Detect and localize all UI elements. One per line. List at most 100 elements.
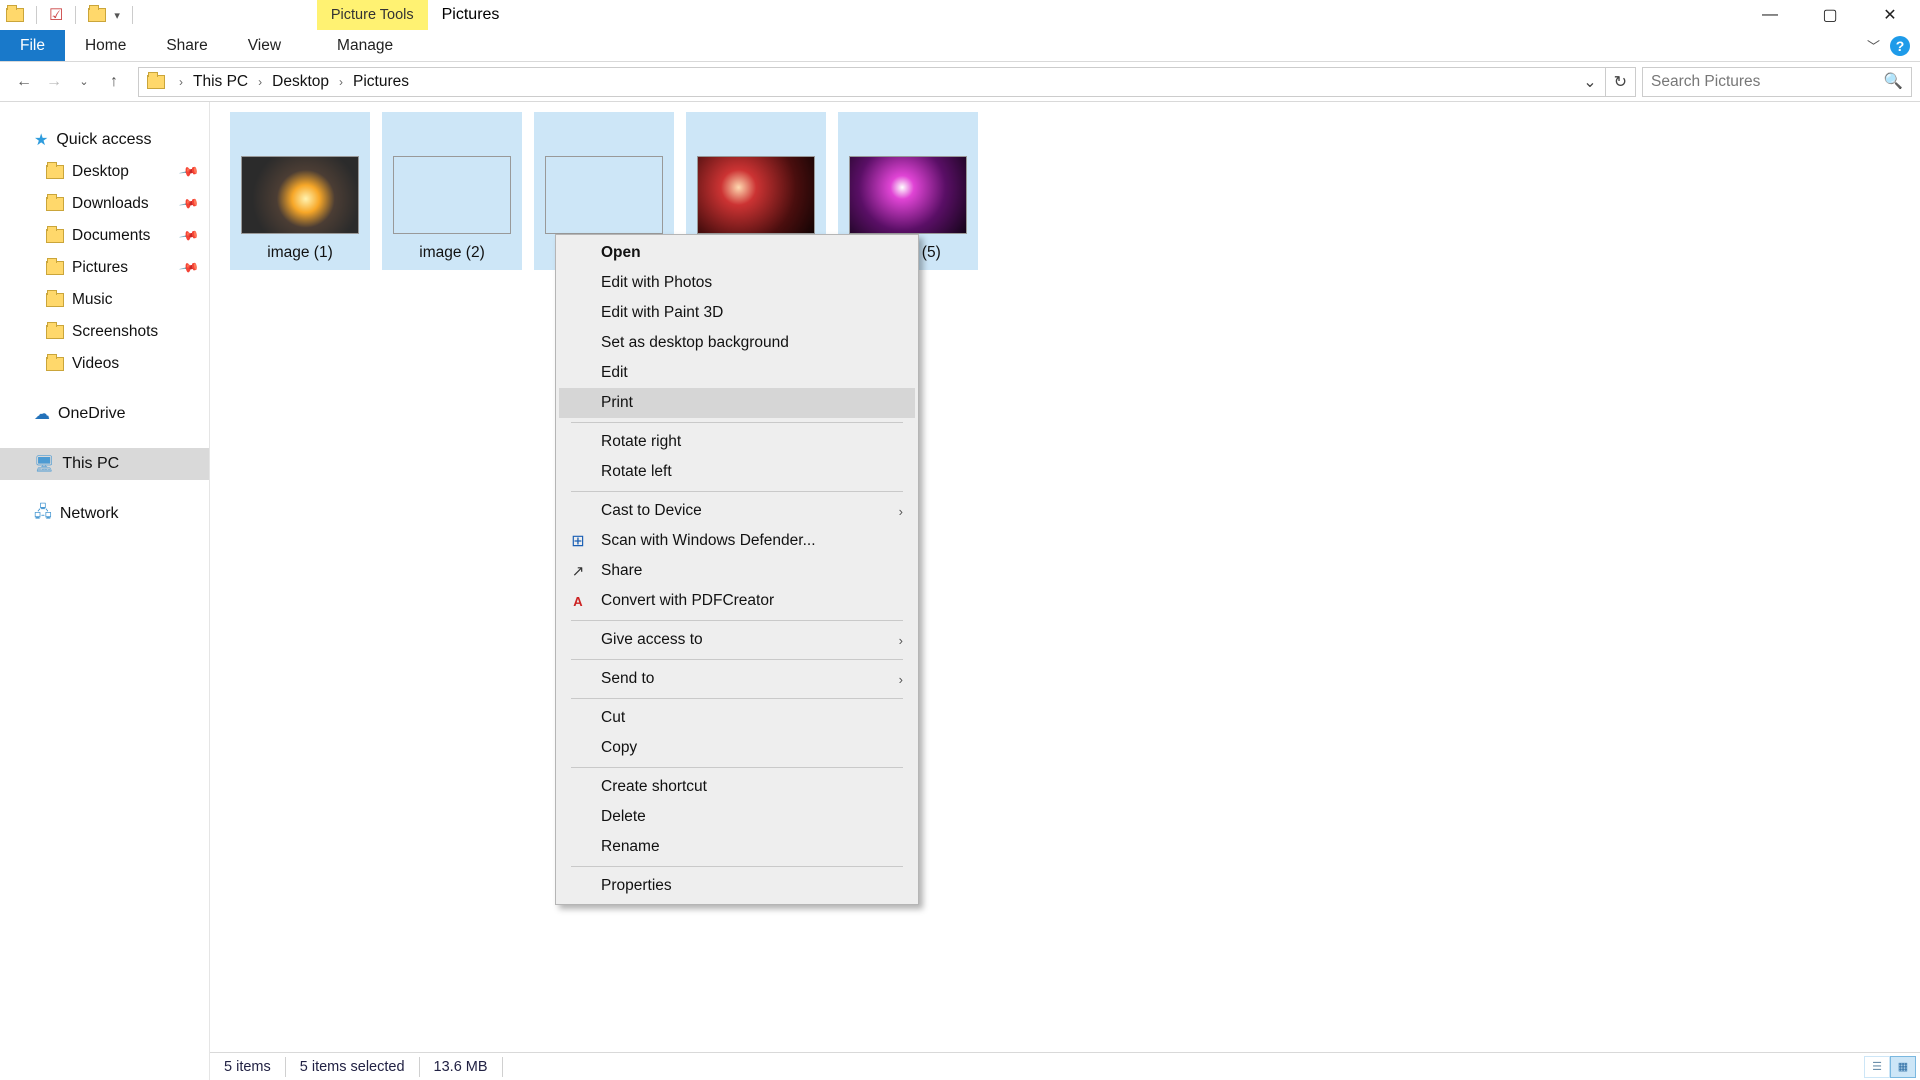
qat-properties-icon[interactable]: ☑ xyxy=(49,5,63,25)
menu-item[interactable]: Rotate right xyxy=(559,427,915,457)
menu-item[interactable]: ⊞Scan with Windows Defender... xyxy=(559,526,915,556)
nav-item[interactable]: Screenshots xyxy=(0,316,209,348)
menu-separator xyxy=(571,659,903,660)
close-button[interactable]: ✕ xyxy=(1860,0,1920,30)
menu-item-label: Print xyxy=(601,394,633,412)
nav-item[interactable]: Music xyxy=(0,284,209,316)
file-thumbnail[interactable]: image (2) xyxy=(382,112,522,270)
qat-newfolder-icon[interactable] xyxy=(88,8,106,22)
chevron-right-icon[interactable]: › xyxy=(252,75,268,89)
folder-icon xyxy=(46,229,64,243)
pdf-icon: A xyxy=(569,594,587,609)
chevron-right-icon[interactable]: › xyxy=(173,75,189,89)
nav-network[interactable]: 🖧 Network xyxy=(0,498,209,530)
menu-item-label: Properties xyxy=(601,877,672,895)
menu-separator xyxy=(571,422,903,423)
nav-quick-access[interactable]: ★ Quick access xyxy=(0,124,209,156)
list-icon: ☰ xyxy=(1872,1060,1882,1073)
menu-item[interactable]: Edit with Paint 3D xyxy=(559,298,915,328)
menu-item-label: Share xyxy=(601,562,642,580)
menu-item[interactable]: Open xyxy=(559,238,915,268)
nav-label: Quick access xyxy=(56,131,151,149)
menu-item[interactable]: Copy xyxy=(559,733,915,763)
help-icon[interactable]: ? xyxy=(1890,36,1910,56)
menu-item-label: Edit with Photos xyxy=(601,274,712,292)
menu-item-label: Open xyxy=(601,244,641,262)
thumbnail-row: image (1) image (2) image (3) image (4) … xyxy=(230,112,1900,270)
tab-file[interactable]: File xyxy=(0,30,65,61)
thumb-icon: ▦ xyxy=(1898,1060,1908,1073)
refresh-button[interactable]: ↻ xyxy=(1605,68,1635,96)
minimize-button[interactable]: — xyxy=(1740,0,1800,30)
address-dropdown-icon[interactable]: ⌄ xyxy=(1575,72,1604,92)
address-bar[interactable]: › This PC › Desktop › Pictures ⌄ ↻ xyxy=(138,67,1636,97)
nav-item[interactable]: Documents 📌 xyxy=(0,220,209,252)
thumbnail-image xyxy=(241,156,359,234)
nav-label: OneDrive xyxy=(58,405,126,423)
recent-locations-button[interactable]: ⌄ xyxy=(72,70,96,94)
nav-item[interactable]: Downloads 📌 xyxy=(0,188,209,220)
search-input[interactable]: Search Pictures 🔍 xyxy=(1642,67,1912,97)
file-pane[interactable]: image (1) image (2) image (3) image (4) … xyxy=(210,102,1920,1080)
menu-item[interactable]: Print xyxy=(559,388,915,418)
nav-item[interactable]: Pictures 📌 xyxy=(0,252,209,284)
menu-item[interactable]: AConvert with PDFCreator xyxy=(559,586,915,616)
nav-label: Documents xyxy=(72,227,150,245)
forward-button[interactable]: → xyxy=(42,70,66,94)
title-bar: ☑ ▾ Picture Tools Pictures — ▢ ✕ xyxy=(0,0,1920,30)
nav-onedrive[interactable]: ☁ OneDrive xyxy=(0,398,209,430)
breadcrumb-this-pc[interactable]: This PC xyxy=(189,73,252,91)
view-thumbnails-button[interactable]: ▦ xyxy=(1890,1056,1916,1078)
folder-icon xyxy=(46,197,64,211)
back-button[interactable]: ← xyxy=(12,70,36,94)
menu-item-label: Give access to xyxy=(601,631,703,649)
tab-view[interactable]: View xyxy=(228,30,301,61)
tab-manage[interactable]: Manage xyxy=(317,30,413,61)
nav-label: Videos xyxy=(72,355,119,373)
menu-separator xyxy=(571,698,903,699)
menu-item-label: Edit xyxy=(601,364,628,382)
pin-icon: 📌 xyxy=(178,257,200,279)
menu-item-label: Cut xyxy=(601,709,625,727)
nav-label: Music xyxy=(72,291,112,309)
menu-item[interactable]: Rename xyxy=(559,832,915,862)
menu-item[interactable]: Give access to › xyxy=(559,625,915,655)
menu-item[interactable]: Rotate left xyxy=(559,457,915,487)
onedrive-icon: ☁ xyxy=(34,404,50,424)
pc-icon: 🖥 xyxy=(34,454,54,474)
menu-item-label: Set as desktop background xyxy=(601,334,789,352)
menu-item[interactable]: Send to › xyxy=(559,664,915,694)
view-details-button[interactable]: ☰ xyxy=(1864,1056,1890,1078)
menu-item[interactable]: Cast to Device › xyxy=(559,496,915,526)
nav-item[interactable]: Desktop 📌 xyxy=(0,156,209,188)
nav-label: Screenshots xyxy=(72,323,158,341)
pin-icon: 📌 xyxy=(178,193,200,215)
file-thumbnail[interactable]: image (1) xyxy=(230,112,370,270)
qat-folder-icon[interactable] xyxy=(6,8,24,22)
tab-share[interactable]: Share xyxy=(146,30,227,61)
status-selected-size: 13.6 MB xyxy=(420,1057,503,1077)
thumbnail-image xyxy=(697,156,815,234)
breadcrumb-pictures[interactable]: Pictures xyxy=(349,73,413,91)
qat-dropdown-icon[interactable]: ▾ xyxy=(114,9,120,22)
menu-item[interactable]: Delete xyxy=(559,802,915,832)
menu-item[interactable]: Cut xyxy=(559,703,915,733)
nav-this-pc[interactable]: 🖥 This PC xyxy=(0,448,209,480)
contextual-tab-picture-tools[interactable]: Picture Tools xyxy=(317,0,428,30)
breadcrumb-desktop[interactable]: Desktop xyxy=(268,73,333,91)
file-label: image (2) xyxy=(419,244,484,262)
menu-item[interactable]: Set as desktop background xyxy=(559,328,915,358)
chevron-right-icon[interactable]: › xyxy=(333,75,349,89)
up-button[interactable]: ↑ xyxy=(102,70,126,94)
tab-home[interactable]: Home xyxy=(65,30,146,61)
menu-item[interactable]: ↗Share xyxy=(559,556,915,586)
menu-item[interactable]: Edit with Photos xyxy=(559,268,915,298)
ribbon-collapse-icon[interactable]: ﹀ xyxy=(1867,36,1880,55)
maximize-button[interactable]: ▢ xyxy=(1800,0,1860,30)
menu-item[interactable]: Properties xyxy=(559,871,915,901)
status-item-count: 5 items xyxy=(210,1057,286,1077)
menu-item[interactable]: Edit xyxy=(559,358,915,388)
nav-item[interactable]: Videos xyxy=(0,348,209,380)
addr-folder-icon xyxy=(147,75,165,89)
menu-item[interactable]: Create shortcut xyxy=(559,772,915,802)
